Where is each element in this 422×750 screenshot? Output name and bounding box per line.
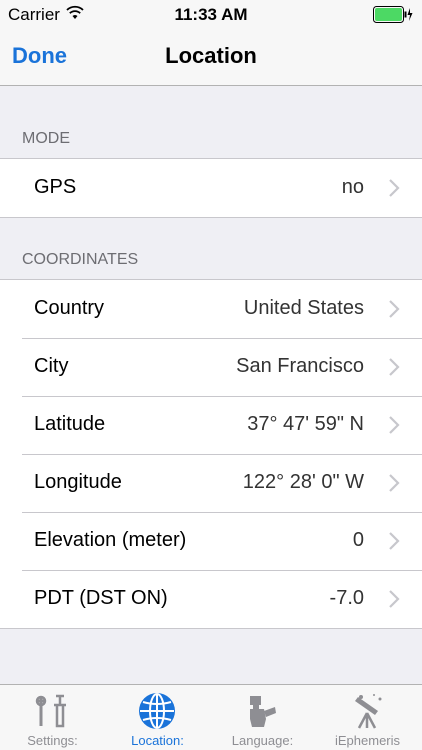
tab-location[interactable]: Location: [105,685,210,750]
chevron-right-icon [389,358,400,376]
row-label: Country [34,297,105,319]
language-icon [250,696,276,727]
row-label: Elevation (meter) [34,529,187,551]
globe-icon [139,693,175,729]
timezone-row[interactable]: PDT (DST ON) -7.0 [0,570,422,628]
navigation-bar: Done Location [0,30,422,86]
coordinates-section-header: COORDINATES [22,251,139,268]
longitude-row[interactable]: Longitude 122° 28' 0" W [0,454,422,512]
tab-label: Settings: [27,733,78,748]
mode-section-header: MODE [22,130,70,147]
row-label: Longitude [34,471,122,493]
telescope-icon [355,694,382,729]
tab-label: iEphemeris [334,733,401,748]
mode-group: GPS no [0,158,422,218]
row-value: 37° 47' 59" N [247,413,364,435]
tab-language[interactable]: Language: [210,685,315,750]
tab-iephemeris[interactable]: iEphemeris [315,685,420,750]
tab-label: Language: [231,733,294,748]
row-value: 122° 28' 0" W [242,471,364,493]
chevron-right-icon [389,416,400,434]
city-row[interactable]: City San Francisco [0,338,422,396]
gps-row[interactable]: GPS no [0,159,422,217]
tab-settings[interactable]: Settings: [0,685,105,750]
row-value: 0 [352,529,364,551]
chevron-right-icon [389,300,400,318]
row-label: City [34,355,69,377]
chevron-right-icon [389,179,400,197]
latitude-row[interactable]: Latitude 37° 47' 59" N [0,396,422,454]
tab-bar: Settings: Location: Language: iEphemeris [0,684,422,750]
row-value: -7.0 [329,587,364,609]
wrench-screwdriver-icon [35,694,66,728]
chevron-right-icon [389,590,400,608]
page-title: Location [165,43,257,68]
row-label: Latitude [34,413,106,435]
row-value: San Francisco [236,355,364,377]
status-bar: Carrier 11:33 AM [0,0,422,30]
country-row[interactable]: Country United States [0,280,422,338]
row-value: United States [243,297,364,319]
chevron-right-icon [389,474,400,492]
elevation-row[interactable]: Elevation (meter) 0 [0,512,422,570]
tab-label: Location: [131,733,184,748]
row-label: GPS [34,176,77,198]
row-value: no [341,176,364,198]
status-time: 11:33 AM [174,5,248,24]
chevron-right-icon [389,532,400,550]
coordinates-group: Country United States City San Francisco… [0,279,422,629]
row-label: PDT (DST ON) [34,587,168,609]
battery-charging-icon [373,6,413,23]
